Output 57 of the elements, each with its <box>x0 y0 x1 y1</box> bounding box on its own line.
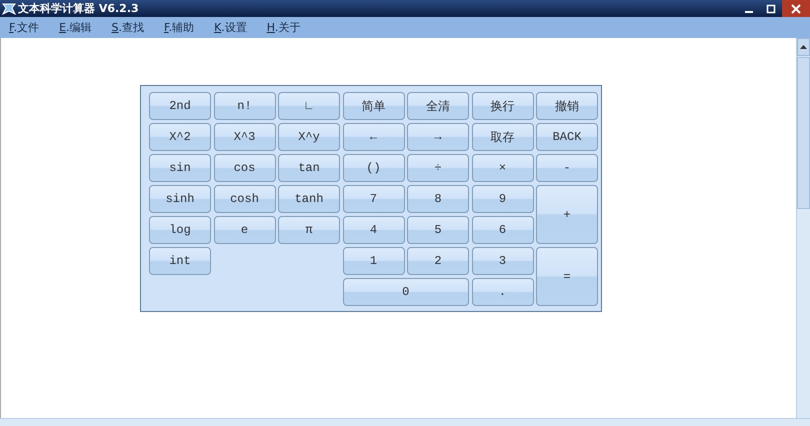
key-button[interactable]: - <box>536 154 598 182</box>
key-button[interactable]: sin <box>149 154 211 182</box>
key-button[interactable]: + <box>536 185 598 244</box>
key-button[interactable]: cos <box>214 154 276 182</box>
menu-item[interactable]: E.编辑 <box>59 20 92 35</box>
key-button[interactable]: × <box>472 154 534 182</box>
menu-item[interactable]: S.查找 <box>112 20 144 35</box>
key-button[interactable]: tan <box>278 154 340 182</box>
key-button[interactable]: int <box>149 247 211 275</box>
scroll-up-button[interactable] <box>797 38 810 56</box>
close-icon <box>791 4 801 14</box>
key-button[interactable]: 取存 <box>472 123 534 151</box>
menu-item[interactable]: F.文件 <box>9 20 40 35</box>
key-button[interactable]: 9 <box>472 185 534 213</box>
vertical-scrollbar[interactable] <box>796 38 810 418</box>
key-button[interactable]: 全清 <box>407 92 469 120</box>
app-icon <box>2 2 16 16</box>
key-button[interactable]: 3 <box>472 247 534 275</box>
scroll-thumb[interactable] <box>797 57 810 209</box>
key-button[interactable]: = <box>536 247 598 306</box>
key-button[interactable]: 1 <box>342 247 404 275</box>
key-button[interactable]: X^y <box>278 123 340 151</box>
key-button[interactable]: ← <box>342 123 404 151</box>
key-button[interactable]: () <box>342 154 404 182</box>
key-button[interactable]: ÷ <box>407 154 469 182</box>
key-button[interactable]: 4 <box>342 216 404 244</box>
maximize-icon <box>766 4 776 14</box>
key-button[interactable]: sinh <box>149 185 211 213</box>
key-button[interactable]: 6 <box>472 216 534 244</box>
key-button[interactable]: → <box>407 123 469 151</box>
key-button[interactable]: e <box>214 216 276 244</box>
menu-item[interactable]: H.关于 <box>266 20 300 35</box>
minimize-icon <box>745 10 753 12</box>
key-button[interactable]: 5 <box>407 216 469 244</box>
key-button[interactable]: 8 <box>407 185 469 213</box>
key-button[interactable]: 2 <box>407 247 469 275</box>
key-button[interactable]: π <box>278 216 340 244</box>
key-button[interactable]: 撤销 <box>536 92 598 120</box>
key-button[interactable]: 7 <box>342 185 404 213</box>
key-button[interactable]: cosh <box>214 185 276 213</box>
key-button[interactable]: . <box>472 278 534 306</box>
key-button[interactable]: ∟ <box>278 92 340 120</box>
window-title: 文本科学计算器 V6.2.3 <box>18 1 139 16</box>
key-button[interactable]: tanh <box>278 185 340 213</box>
close-button[interactable] <box>782 0 810 17</box>
up-arrow-icon <box>800 45 807 49</box>
key-button[interactable]: X^2 <box>149 123 211 151</box>
key-button[interactable]: n! <box>214 92 276 120</box>
key-button[interactable]: 2nd <box>149 92 211 120</box>
key-button[interactable]: log <box>149 216 211 244</box>
key-button[interactable]: 0 <box>342 278 469 306</box>
key-button[interactable]: 换行 <box>472 92 534 120</box>
key-button[interactable]: 简单 <box>342 92 404 120</box>
menu-item[interactable]: F.辅助 <box>164 20 194 35</box>
key-button[interactable]: BACK <box>536 123 598 151</box>
menu-item[interactable]: K.设置 <box>214 20 247 35</box>
key-button[interactable]: X^3 <box>214 123 276 151</box>
